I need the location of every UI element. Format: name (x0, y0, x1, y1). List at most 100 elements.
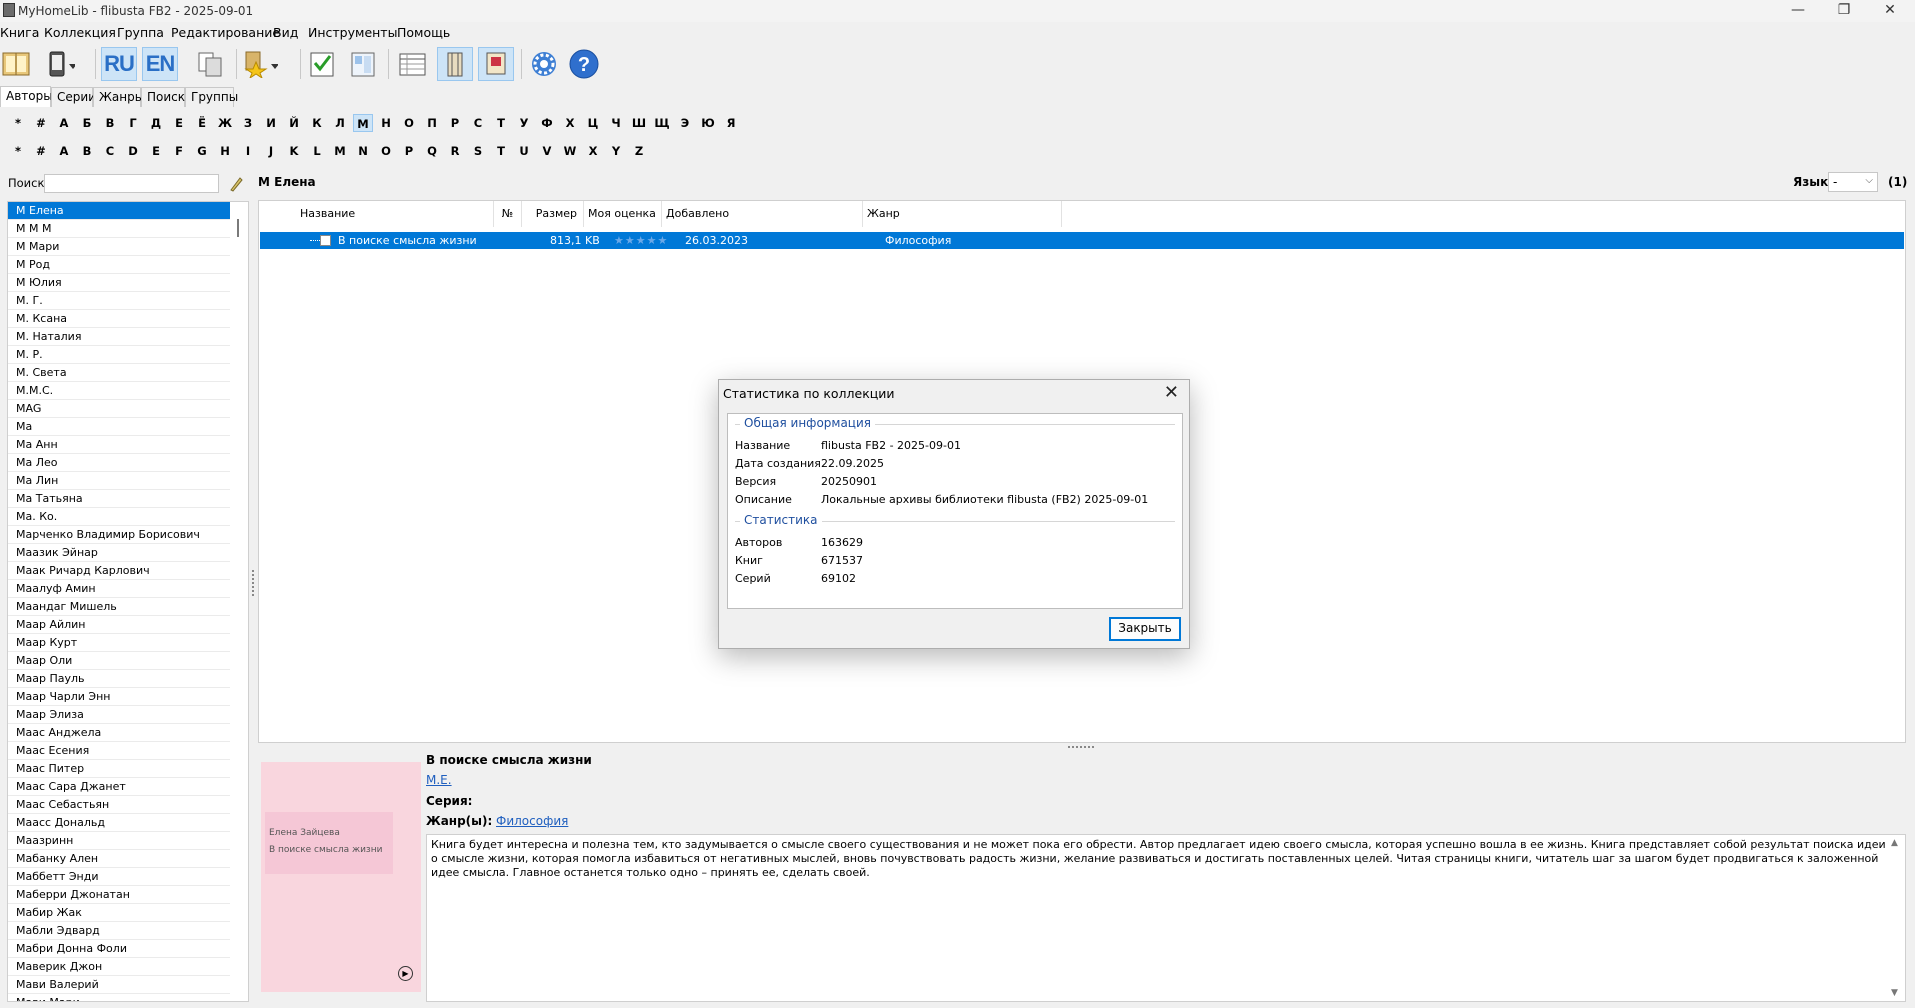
col-rating[interactable]: Моя оценка (584, 201, 662, 227)
list-item[interactable]: Ма (8, 418, 230, 436)
row-rating[interactable]: ★★★★★ (614, 234, 668, 247)
list-item[interactable]: М. Наталия (8, 328, 230, 346)
letter-button[interactable]: B (77, 142, 97, 160)
scroll-up-icon[interactable]: ▲ (1891, 838, 1898, 848)
letter-button[interactable]: Я (721, 114, 741, 132)
list-item[interactable]: Маазик Эйнар (8, 544, 230, 562)
letter-button[interactable]: T (491, 142, 511, 160)
letter-button[interactable]: * (8, 142, 28, 160)
letter-button[interactable]: И (261, 114, 281, 132)
letter-button[interactable]: E (146, 142, 166, 160)
vertical-splitter[interactable] (252, 570, 254, 596)
list-item[interactable]: Маар Чарли Энн (8, 688, 230, 706)
list-item[interactable]: М. Ксана (8, 310, 230, 328)
list-item[interactable]: Ма Анн (8, 436, 230, 454)
letter-button[interactable]: Д (146, 114, 166, 132)
col-title[interactable]: Название (296, 201, 494, 227)
table-row[interactable]: В поиске смысла жизни 813,1 KB ★★★★★ 26.… (260, 232, 1904, 249)
row-checkbox[interactable] (320, 235, 331, 246)
col-number[interactable]: № (494, 201, 522, 227)
letter-button[interactable]: Q (422, 142, 442, 160)
scroll-down-icon[interactable]: ▼ (1891, 988, 1898, 998)
tree-view-button[interactable] (437, 47, 473, 81)
list-item[interactable]: Маалуф Амин (8, 580, 230, 598)
letter-button[interactable]: Е (169, 114, 189, 132)
letter-button[interactable]: С (468, 114, 488, 132)
list-item[interactable]: М. Р. (8, 346, 230, 364)
letter-button[interactable]: К (307, 114, 327, 132)
lang-ru-button[interactable]: RU (101, 47, 137, 81)
list-item[interactable]: Мабри Донна Фоли (8, 940, 230, 958)
list-item[interactable]: Маандаг Мишель (8, 598, 230, 616)
list-item[interactable]: Ма. Ко. (8, 508, 230, 526)
list-item[interactable]: Марченко Владимир Борисович (8, 526, 230, 544)
list-item[interactable]: Маас Есения (8, 742, 230, 760)
list-item[interactable]: М Юлия (8, 274, 230, 292)
tab-search[interactable]: Поиск (141, 87, 185, 107)
letter-button[interactable]: Р (445, 114, 465, 132)
letter-button[interactable]: П (422, 114, 442, 132)
letter-button[interactable]: H (215, 142, 235, 160)
letter-button[interactable]: Z (629, 142, 649, 160)
letter-button[interactable]: R (445, 142, 465, 160)
list-item[interactable]: Ма Лео (8, 454, 230, 472)
letter-button[interactable]: О (399, 114, 419, 132)
tab-series[interactable]: Серии (51, 87, 96, 107)
list-item[interactable]: М.М.С. (8, 382, 230, 400)
list-item[interactable]: Мави Валерий (8, 976, 230, 994)
letter-button[interactable]: Г (123, 114, 143, 132)
letter-button[interactable]: C (100, 142, 120, 160)
list-item[interactable]: М. Света (8, 364, 230, 382)
maximize-button[interactable]: ❐ (1821, 0, 1867, 22)
book-info-button[interactable] (0, 47, 34, 81)
help-button[interactable]: ? (566, 47, 602, 81)
list-item[interactable]: М М М (8, 220, 230, 238)
letter-button[interactable]: I (238, 142, 258, 160)
list-item[interactable]: Маббетт Энди (8, 868, 230, 886)
settings-button[interactable] (526, 47, 562, 81)
list-item[interactable]: М Елена (8, 202, 230, 220)
letter-button[interactable]: В (100, 114, 120, 132)
menu-book[interactable]: Книга (0, 25, 39, 40)
list-item[interactable]: Маар Курт (8, 634, 230, 652)
letter-button[interactable]: Ф (537, 114, 557, 132)
letter-button[interactable]: Ч (606, 114, 626, 132)
menu-help[interactable]: Помощь (397, 25, 450, 40)
table-view-button[interactable] (394, 47, 430, 81)
letter-button[interactable]: O (376, 142, 396, 160)
letter-button[interactable]: Ю (698, 114, 718, 132)
list-item[interactable]: Ма Татьяна (8, 490, 230, 508)
list-item[interactable]: Маазринн (8, 832, 230, 850)
close-icon[interactable]: ✕ (1164, 382, 1179, 403)
list-item[interactable]: Маберри Джонатан (8, 886, 230, 904)
list-item[interactable]: Маас Анджела (8, 724, 230, 742)
list-item[interactable]: Маар Пауль (8, 670, 230, 688)
letter-button[interactable]: Ш (629, 114, 649, 132)
letter-button[interactable]: Й (284, 114, 304, 132)
play-icon[interactable]: ▶ (398, 966, 413, 981)
col-size[interactable]: Размер (522, 201, 584, 227)
letter-button[interactable]: Н (376, 114, 396, 132)
menu-edit[interactable]: Редактирование (171, 25, 280, 40)
tab-genres[interactable]: Жанры (93, 87, 144, 107)
check-button[interactable] (304, 47, 340, 81)
letter-button[interactable]: S (468, 142, 488, 160)
layout-button[interactable] (345, 47, 381, 81)
menu-group[interactable]: Группа (117, 25, 164, 40)
letter-button[interactable]: У (514, 114, 534, 132)
clear-filter-icon[interactable] (228, 176, 244, 192)
col-added[interactable]: Добавлено (662, 201, 863, 227)
letter-button[interactable]: K (284, 142, 304, 160)
letter-button[interactable]: Ц (583, 114, 603, 132)
letter-button[interactable]: Т (491, 114, 511, 132)
list-item[interactable]: Ма Лин (8, 472, 230, 490)
list-item[interactable]: Маас Сара Джанет (8, 778, 230, 796)
add-to-favorites-button[interactable] (242, 47, 278, 81)
annotation-text[interactable]: Книга будет интересна и полезна тем, кто… (426, 834, 1906, 1002)
list-item[interactable]: Маасс Дональд (8, 814, 230, 832)
letter-button[interactable]: G (192, 142, 212, 160)
close-window-button[interactable]: ✕ (1867, 0, 1913, 22)
letter-button[interactable]: Э (675, 114, 695, 132)
letter-button[interactable]: D (123, 142, 143, 160)
list-item[interactable]: Маак Ричард Карлович (8, 562, 230, 580)
